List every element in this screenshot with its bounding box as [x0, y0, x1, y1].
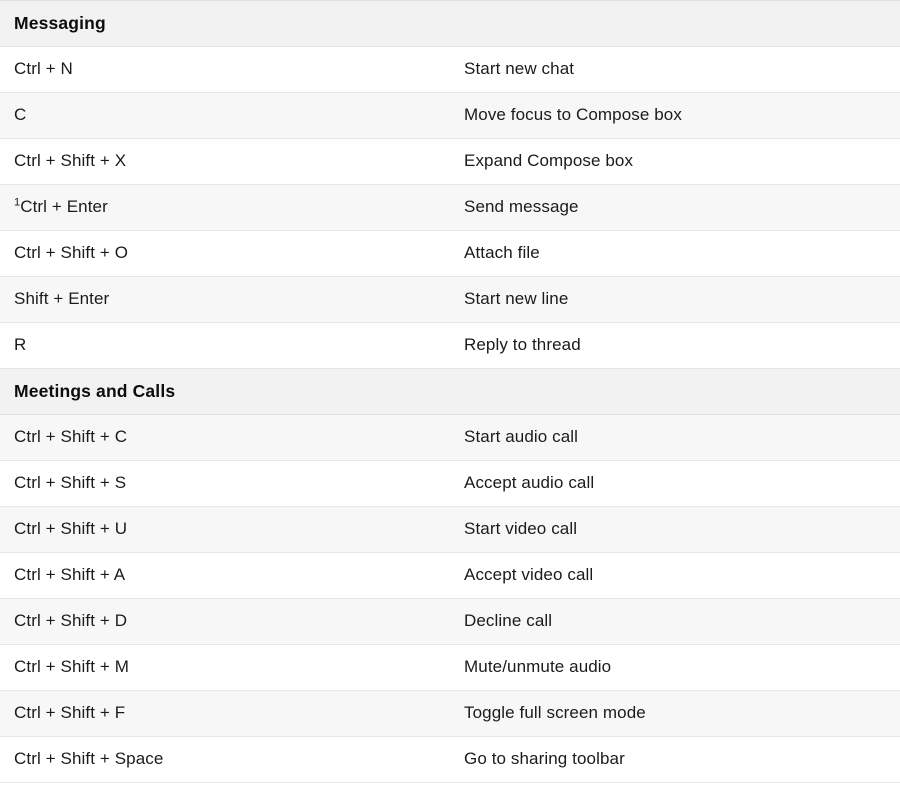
shortcut-keys-cell: Ctrl + Shift + U [0, 506, 450, 553]
table-row: Ctrl + Shift + U Start video call [0, 506, 900, 553]
shortcut-action-cell: Start audio call [450, 414, 900, 461]
shortcut-action-cell: Go to sharing toolbar [450, 736, 900, 783]
section-title: Meetings and Calls [0, 368, 900, 415]
shortcut-keys-cell: Ctrl + Shift + F [0, 690, 450, 737]
shortcut-keys-label: Ctrl + Enter [20, 197, 108, 217]
shortcut-keys-cell: Ctrl + Shift + O [0, 230, 450, 277]
keyboard-shortcuts-table: Messaging Ctrl + N Start new chat C Move foc… [0, 0, 900, 783]
shortcut-action-cell: Start new chat [450, 46, 900, 93]
shortcuts-body: Messaging Ctrl + N Start new chat C Move foc… [0, 0, 900, 783]
table-row: Ctrl + Shift + C Start audio call [0, 414, 900, 461]
table-row: Ctrl + Shift + M Mute/unmute audio [0, 644, 900, 691]
shortcut-action-cell: Expand Compose box [450, 138, 900, 185]
shortcut-keys-cell: R [0, 322, 450, 369]
shortcut-keys-cell: 1Ctrl + Enter [0, 184, 450, 231]
table-row: Ctrl + Shift + Space Go to sharing toolba… [0, 736, 900, 783]
shortcut-action-cell: Accept audio call [450, 460, 900, 507]
shortcut-action-cell: Decline call [450, 598, 900, 645]
table-row: Shift + Enter Start new line [0, 276, 900, 323]
section-header-row: Messaging [0, 0, 900, 47]
shortcut-action-cell: Send message [450, 184, 900, 231]
table-row: R Reply to thread [0, 322, 900, 369]
shortcut-keys-cell: Ctrl + Shift + C [0, 414, 450, 461]
table-row: 1Ctrl + Enter Send message [0, 184, 900, 231]
shortcut-keys-cell: Shift + Enter [0, 276, 450, 323]
table-row: Ctrl + N Start new chat [0, 46, 900, 93]
table-row: Ctrl + Shift + F Toggle full screen mode [0, 690, 900, 737]
shortcut-keys-cell: Ctrl + N [0, 46, 450, 93]
shortcut-action-cell: Mute/unmute audio [450, 644, 900, 691]
shortcut-action-cell: Move focus to Compose box [450, 92, 900, 139]
shortcut-action-cell: Toggle full screen mode [450, 690, 900, 737]
shortcut-keys-cell: Ctrl + Shift + M [0, 644, 450, 691]
shortcut-action-cell: Attach file [450, 230, 900, 277]
shortcut-action-cell: Start video call [450, 506, 900, 553]
shortcut-action-cell: Accept video call [450, 552, 900, 599]
section-title: Messaging [0, 0, 900, 47]
shortcut-keys-cell: Ctrl + Shift + X [0, 138, 450, 185]
shortcut-action-cell: Start new line [450, 276, 900, 323]
table-row: Ctrl + Shift + D Decline call [0, 598, 900, 645]
section-header-row: Meetings and Calls [0, 368, 900, 415]
shortcut-keys-cell: Ctrl + Shift + A [0, 552, 450, 599]
table-row: Ctrl + Shift + S Accept audio call [0, 460, 900, 507]
shortcut-keys-cell: C [0, 92, 450, 139]
shortcut-keys-cell: Ctrl + Shift + Space [0, 736, 450, 783]
shortcut-keys-cell: Ctrl + Shift + D [0, 598, 450, 645]
table-row: Ctrl + Shift + X Expand Compose box [0, 138, 900, 185]
table-row: Ctrl + Shift + A Accept video call [0, 552, 900, 599]
table-row: C Move focus to Compose box [0, 92, 900, 139]
shortcut-action-cell: Reply to thread [450, 322, 900, 369]
table-row: Ctrl + Shift + O Attach file [0, 230, 900, 277]
shortcut-keys-cell: Ctrl + Shift + S [0, 460, 450, 507]
